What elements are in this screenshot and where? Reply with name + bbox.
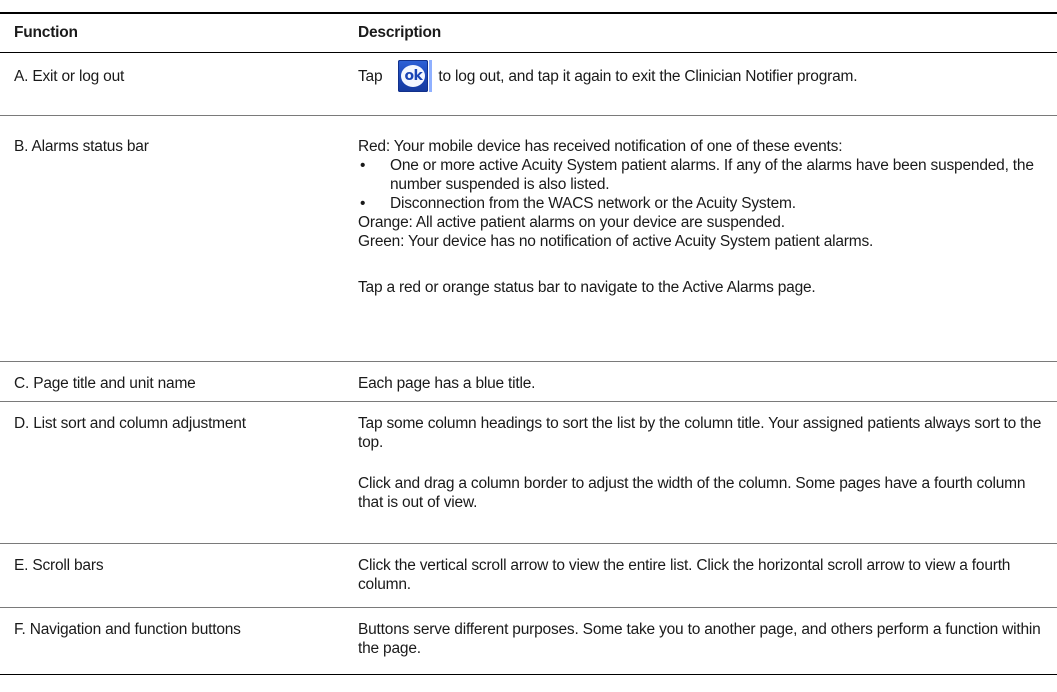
row-a-desc-after: to log out, and tap it again to exit the… xyxy=(438,67,858,85)
table-row: E. Scroll bars Click the vertical scroll… xyxy=(0,544,1057,608)
table-row: A. Exit or log out Tap ok to log out, an… xyxy=(0,53,1057,116)
row-b-orange: Orange: All active patient alarms on you… xyxy=(358,214,785,231)
row-f-description: Buttons serve different purposes. Some t… xyxy=(358,621,1041,657)
row-d-para-1: Tap some column headings to sort the lis… xyxy=(358,415,1042,451)
row-b-description: Red: Your mobile device has received not… xyxy=(358,137,1048,297)
row-b-bullet-1: One or more active Acuity System patient… xyxy=(390,157,1034,193)
table-row: F. Navigation and function buttons Butto… xyxy=(0,608,1057,675)
header-description: Description xyxy=(358,24,442,41)
row-b-intro: Red: Your mobile device has received not… xyxy=(358,138,843,155)
bullet-dot: • xyxy=(360,157,366,174)
list-item: • Disconnection from the WACS network or… xyxy=(358,194,1048,213)
row-b-bullet-2: Disconnection from the WACS network or t… xyxy=(390,195,796,212)
row-d-function: D. List sort and column adjustment xyxy=(14,415,246,432)
header-function: Function xyxy=(14,24,78,41)
row-e-description: Click the vertical scroll arrow to view … xyxy=(358,557,1011,593)
row-c-description: Each page has a blue title. xyxy=(358,375,536,392)
row-b-tap-note: Tap a red or orange status bar to naviga… xyxy=(358,279,816,296)
row-c-function: C. Page title and unit name xyxy=(14,375,196,392)
list-item: • One or more active Acuity System patie… xyxy=(358,156,1048,194)
row-a-description: Tap ok to log out, and tap it again to e… xyxy=(358,60,1048,92)
row-a-desc-before: Tap xyxy=(358,67,383,85)
ok-button-label: ok xyxy=(401,65,426,87)
row-d-description: Tap some column headings to sort the lis… xyxy=(358,414,1048,512)
row-b-function: B. Alarms status bar xyxy=(14,138,149,155)
table-row: C. Page title and unit name Each page ha… xyxy=(0,362,1057,402)
row-b-green: Green: Your device has no notification o… xyxy=(358,233,874,250)
row-e-function: E. Scroll bars xyxy=(14,557,104,574)
row-a-function: A. Exit or log out xyxy=(14,68,125,85)
row-f-function: F. Navigation and function buttons xyxy=(14,621,241,638)
row-d-para-2: Click and drag a column border to adjust… xyxy=(358,475,1026,511)
bullet-dot: • xyxy=(360,195,366,212)
table-row: B. Alarms status bar Red: Your mobile de… xyxy=(0,116,1057,362)
ok-button-icon: ok xyxy=(398,60,433,92)
table-row: D. List sort and column adjustment Tap s… xyxy=(0,402,1057,544)
table-top-rule xyxy=(0,12,1057,14)
